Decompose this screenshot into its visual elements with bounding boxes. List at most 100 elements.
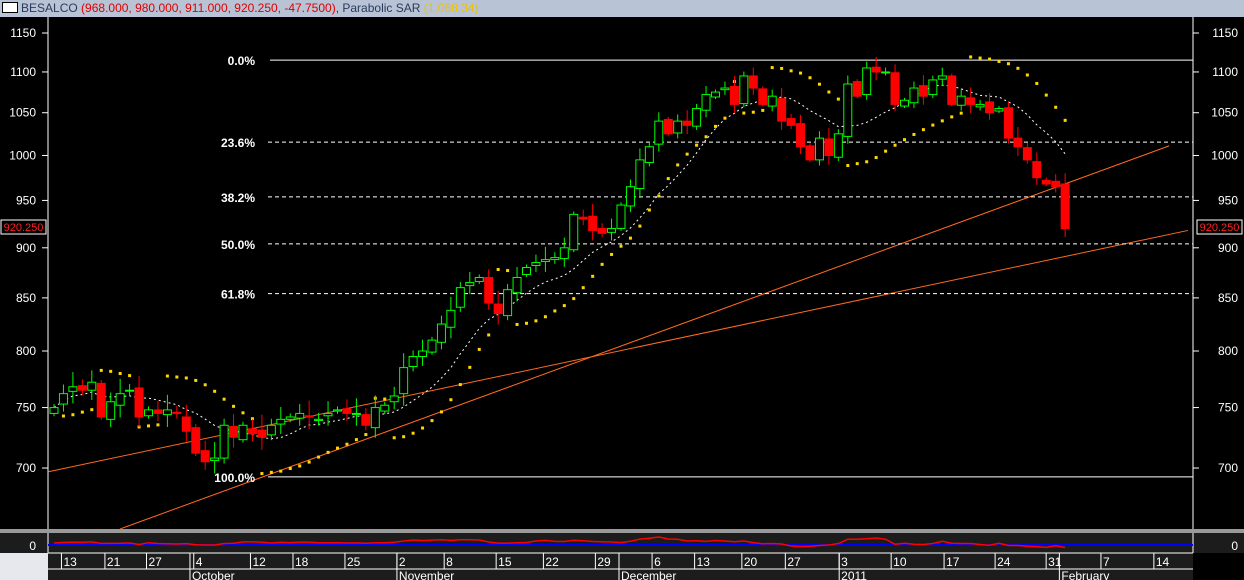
candle-body (871, 66, 881, 73)
candle-body (673, 120, 683, 134)
sar-dot (959, 111, 963, 115)
y-tick-label-right: 850 (1218, 291, 1238, 305)
candle-body (522, 266, 531, 275)
sar-dot (865, 160, 869, 164)
candle-body (134, 387, 144, 418)
candle-body (909, 87, 919, 104)
pane-separator[interactable] (0, 529, 1244, 533)
sar-dot (553, 309, 557, 313)
y-tick-label-left: 1100 (10, 65, 36, 79)
sar-dot (128, 374, 132, 378)
candle-body (87, 381, 97, 391)
candle-body (588, 215, 598, 231)
indicator-value: (1,088.34) (423, 1, 479, 15)
candle-body (805, 145, 815, 161)
date-tick-label: 27 (149, 555, 163, 569)
sar-dot (1063, 118, 1067, 122)
date-tick-label: 22 (545, 555, 559, 569)
sar-dot (685, 152, 689, 156)
date-tick-label: 24 (997, 555, 1011, 569)
candle-body (351, 412, 361, 415)
candle-body (342, 408, 352, 414)
sar-dot (799, 71, 803, 75)
y-tick-label-right: 950 (1218, 193, 1238, 207)
fib-label: 100.0% (214, 471, 255, 485)
candle-body (833, 133, 843, 158)
candle-body (540, 259, 550, 263)
candle-body (380, 404, 390, 412)
sar-dot (704, 135, 708, 139)
candle (1003, 101, 1013, 144)
sar-dot (364, 433, 368, 437)
candle (569, 211, 579, 253)
sar-dot (487, 333, 491, 337)
y-tick-label-left: 900 (16, 241, 36, 255)
sar-dot (392, 436, 396, 440)
sar-dot (931, 123, 935, 127)
fib-label: 50.0% (221, 238, 255, 252)
sar-dot (1016, 66, 1020, 70)
sar-dot (780, 66, 784, 70)
sar-dot (978, 56, 982, 60)
candle-body (777, 98, 787, 122)
candle-body (1013, 137, 1023, 148)
candle-body (58, 393, 68, 405)
candle-body (247, 428, 257, 435)
candle (219, 418, 229, 464)
candle-body (200, 450, 210, 463)
candle-body (625, 186, 635, 207)
sar-dot (676, 163, 680, 167)
sar-dot (99, 368, 103, 372)
candle-body (408, 356, 418, 367)
candle-body (210, 457, 220, 462)
y-tick-label-right: 1000 (1211, 148, 1238, 162)
candle-body (389, 395, 399, 403)
candle-body (862, 67, 872, 96)
date-tick-label: 14 (1156, 555, 1170, 569)
sar-dot (496, 267, 500, 271)
candle-body (767, 95, 777, 107)
sar-dot (997, 59, 1001, 63)
date-tick-label: 21 (107, 555, 121, 569)
candle-body (994, 108, 1004, 112)
sar-dot (317, 455, 321, 459)
y-tick-label-left: 800 (16, 344, 36, 358)
y-tick-label-left: 1000 (9, 148, 36, 162)
sar-dot (71, 413, 75, 417)
sar-dot (279, 469, 283, 473)
candle-body (484, 277, 494, 304)
candle-body (172, 411, 182, 414)
candle-body (786, 118, 796, 126)
candle-body (181, 416, 191, 432)
y-tick-label-left: 700 (16, 461, 36, 475)
sar-dot (449, 398, 453, 402)
candle-body (436, 323, 446, 343)
candle (833, 129, 843, 162)
candle-body (966, 97, 976, 105)
y-tick-label-left: 850 (16, 291, 36, 305)
y-tick-label-left: 950 (16, 193, 36, 207)
candle-body (427, 339, 437, 353)
sar-dot (808, 76, 812, 80)
candle-body (96, 382, 106, 418)
price-chart[interactable]: 0.0% 23.6% 38.2% 50.0% 61.8% 100.0% 1150 1150 1… (0, 17, 1244, 580)
candle (663, 116, 673, 136)
y-tick-label-right: 1100 (1212, 65, 1238, 79)
sar-dot (940, 119, 944, 123)
window-icon[interactable] (2, 2, 18, 13)
candle-body (285, 416, 295, 420)
date-tick-label: 2 (399, 555, 406, 569)
sar-dot (921, 128, 925, 132)
sar-dot (714, 124, 717, 128)
date-tick-label: 25 (347, 555, 361, 569)
sar-dot (61, 414, 65, 418)
sar-dot (1025, 73, 1029, 77)
date-tick-label: 6 (654, 555, 661, 569)
sar-dot (468, 365, 472, 369)
candle-body (928, 79, 938, 96)
sar-dot (241, 411, 245, 415)
candle-body (304, 415, 314, 418)
sar-dot (657, 194, 661, 198)
month-label: 2011 (841, 569, 867, 580)
candle-body (682, 120, 692, 126)
